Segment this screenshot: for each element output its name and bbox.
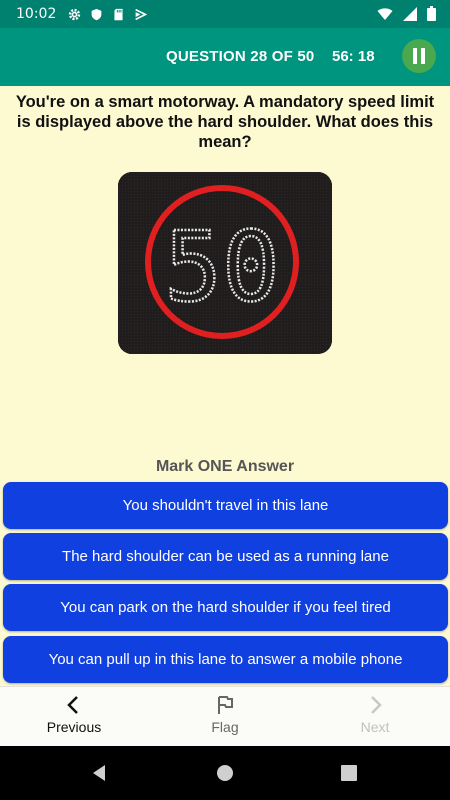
shield-icon: [91, 8, 102, 20]
answer-option-2[interactable]: The hard shoulder can be used as a runni…: [3, 533, 448, 580]
status-bar: 10:02: [0, 0, 450, 28]
answer-option-1[interactable]: You shouldn't travel in this lane: [3, 482, 448, 529]
question-counter: QUESTION 28 OF 50: [166, 48, 315, 65]
flag-label: Flag: [211, 719, 239, 735]
status-right-icons: [377, 6, 436, 21]
recents-icon[interactable]: [341, 765, 357, 781]
speed-limit-sign-icon: 50: [118, 172, 332, 354]
cast-icon: [135, 8, 148, 20]
home-icon[interactable]: [216, 764, 234, 782]
next-button[interactable]: Next: [325, 693, 425, 735]
gear-icon: [69, 8, 81, 20]
question-text: You're on a smart motorway. A mandatory …: [15, 93, 435, 151]
previous-button[interactable]: Previous: [24, 693, 124, 735]
wifi-icon: [377, 7, 393, 20]
flag-button[interactable]: Flag: [175, 693, 275, 735]
sign-value: 50: [164, 211, 280, 323]
speed-limit-sign-image: 50: [118, 172, 332, 354]
pause-button[interactable]: [402, 39, 436, 73]
previous-label: Previous: [46, 719, 102, 735]
flag-icon: [218, 696, 233, 714]
mark-one-answer-label: Mark ONE Answer: [155, 458, 295, 475]
back-icon[interactable]: [90, 764, 108, 782]
chevron-right-icon: [371, 696, 382, 714]
signal-icon: [403, 6, 417, 21]
status-time: 10:02: [16, 6, 57, 22]
battery-icon: [427, 6, 436, 21]
next-label: Next: [360, 719, 390, 735]
timer: 56: 18: [332, 48, 375, 65]
system-navigation-bar: [0, 746, 450, 800]
app-bar: QUESTION 28 OF 50 56: 18: [0, 28, 450, 86]
sd-card-icon: [114, 8, 123, 20]
pause-icon: [411, 48, 427, 64]
answer-option-3[interactable]: You can park on the hard shoulder if you…: [3, 584, 448, 631]
bottom-navigation: Previous Flag Next: [0, 686, 450, 747]
answer-option-4[interactable]: You can pull up in this lane to answer a…: [3, 636, 448, 683]
chevron-left-icon: [67, 696, 78, 714]
